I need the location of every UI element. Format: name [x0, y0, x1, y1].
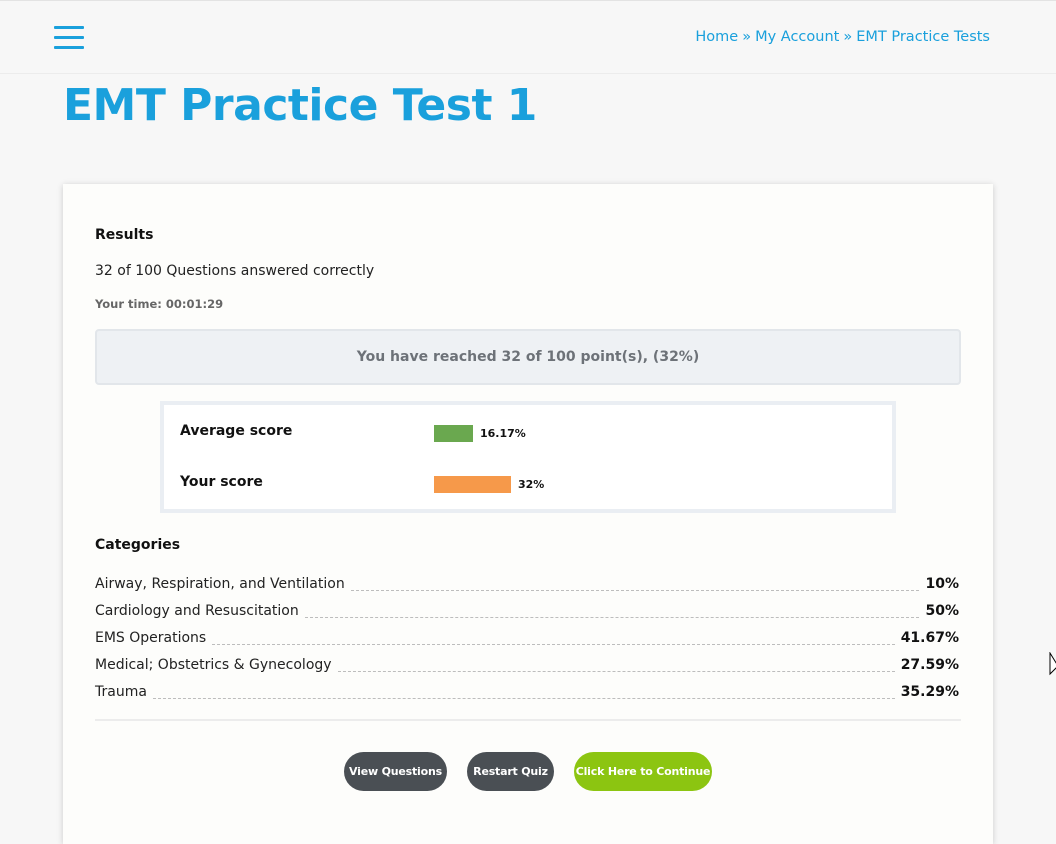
answered-correctly-text: 32 of 100 Questions answered correctly: [95, 263, 375, 279]
breadcrumb-my-account[interactable]: My Account: [755, 29, 839, 45]
category-name: Airway, Respiration, and Ventilation: [95, 576, 345, 592]
category-value: 35.29%: [900, 684, 959, 700]
dotted-leader: [350, 576, 920, 591]
breadcrumb-emt-practice-tests[interactable]: EMT Practice Tests: [856, 29, 990, 45]
category-name: Medical; Obstetrics & Gynecology: [95, 657, 332, 673]
dotted-leader: [152, 684, 895, 699]
category-row: Airway, Respiration, and Ventilation 10%: [95, 576, 959, 603]
average-score-value: 16.17%: [480, 427, 526, 440]
breadcrumb: Home» My Account» EMT Practice Tests: [695, 29, 990, 45]
average-score-row: Average score 16.17%: [180, 423, 880, 443]
points-reached-banner: You have reached 32 of 100 point(s), (32…: [95, 329, 961, 385]
category-name: EMS Operations: [95, 630, 207, 646]
continue-button[interactable]: Click Here to Continue: [574, 752, 712, 791]
breadcrumb-separator: »: [843, 29, 853, 45]
dotted-leader: [337, 657, 895, 672]
top-bar: Home» My Account» EMT Practice Tests: [0, 0, 1056, 74]
categories-list: Airway, Respiration, and Ventilation 10% …: [95, 576, 959, 711]
category-row: Medical; Obstetrics & Gynecology 27.59%: [95, 657, 959, 684]
restart-quiz-button[interactable]: Restart Quiz: [467, 752, 554, 791]
results-heading: Results: [95, 227, 154, 243]
your-score-bar: [434, 476, 511, 493]
category-value: 41.67%: [900, 630, 959, 646]
your-time-text: Your time: 00:01:29: [95, 297, 224, 311]
category-name: Cardiology and Resuscitation: [95, 603, 299, 619]
category-value: 27.59%: [900, 657, 959, 673]
score-comparison-box: Average score 16.17% Your score 32%: [160, 401, 896, 513]
your-score-value: 32%: [518, 478, 545, 491]
category-value: 50%: [925, 603, 959, 619]
dotted-leader: [304, 603, 920, 618]
view-questions-button[interactable]: View Questions: [344, 752, 447, 791]
category-value: 10%: [925, 576, 959, 592]
your-score-row: Your score 32%: [180, 474, 880, 494]
your-score-label: Your score: [180, 474, 263, 490]
category-row: EMS Operations 41.67%: [95, 630, 959, 657]
categories-heading: Categories: [95, 537, 181, 553]
menu-icon[interactable]: [54, 26, 84, 50]
category-name: Trauma: [95, 684, 147, 700]
page-title: EMT Practice Test 1: [63, 80, 537, 131]
category-row: Cardiology and Resuscitation 50%: [95, 603, 959, 630]
dotted-leader: [212, 630, 895, 645]
divider: [95, 719, 961, 721]
mouse-cursor-icon: [1049, 652, 1056, 676]
breadcrumb-home[interactable]: Home: [695, 29, 738, 45]
category-row: Trauma 35.29%: [95, 684, 959, 711]
breadcrumb-separator: »: [742, 29, 752, 45]
average-score-bar: [434, 425, 473, 442]
average-score-label: Average score: [180, 423, 293, 439]
results-card: Results 32 of 100 Questions answered cor…: [63, 184, 993, 844]
